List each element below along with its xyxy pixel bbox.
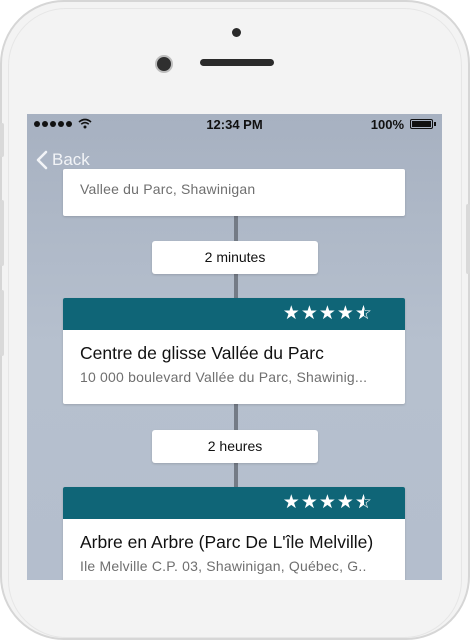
power-button bbox=[466, 204, 470, 274]
star-icon: ★ bbox=[300, 303, 319, 324]
star-icon: ★ bbox=[318, 303, 337, 324]
stop-address: Ile Melville C.P. 03, Shawinigan, Québec… bbox=[80, 558, 367, 574]
star-icon: ★ bbox=[336, 492, 355, 513]
stop-card-header: ★★★★☆★ bbox=[63, 487, 405, 519]
previous-stop-card[interactable]: Vallee du Parc, Shawinigan bbox=[63, 169, 405, 216]
front-camera bbox=[155, 55, 173, 73]
battery-percentage: 100% bbox=[370, 117, 404, 132]
battery-icon bbox=[410, 119, 433, 129]
star-icon: ★ bbox=[318, 492, 337, 513]
proximity-sensor bbox=[232, 28, 241, 37]
rating-stars: ★★★★☆★ bbox=[283, 304, 373, 323]
volume-up-button bbox=[0, 200, 4, 266]
star-icon: ★ bbox=[336, 303, 355, 324]
rating-stars: ★★★★☆★ bbox=[283, 493, 373, 512]
earpiece-speaker bbox=[200, 59, 274, 66]
travel-duration-pill: 2 heures bbox=[152, 430, 318, 463]
previous-stop-address: Vallee du Parc, Shawinigan bbox=[80, 181, 256, 197]
chevron-left-icon bbox=[36, 150, 48, 170]
travel-duration-pill: 2 minutes bbox=[152, 241, 318, 274]
phone-screen: 12:34 PM 100% Back Vallee du Parc, Shawi… bbox=[27, 114, 442, 580]
star-icon: ★ bbox=[300, 492, 319, 513]
mute-switch bbox=[0, 123, 4, 157]
stop-card-header: ★★★★☆★ bbox=[63, 298, 405, 330]
stop-name: Arbre en Arbre (Parc De L'île Melville) bbox=[80, 532, 374, 552]
stop-card[interactable]: ★★★★☆★ Centre de glisse Vallée du Parc 1… bbox=[63, 298, 405, 404]
back-label: Back bbox=[52, 150, 90, 169]
stop-card[interactable]: ★★★★☆★ Arbre en Arbre (Parc De L'île Mel… bbox=[63, 487, 405, 580]
battery-nub bbox=[434, 122, 436, 126]
stop-address: 10 000 boulevard Vallée du Parc, Shawini… bbox=[80, 369, 368, 385]
stop-name: Centre de glisse Vallée du Parc bbox=[80, 343, 324, 363]
star-icon: ★ bbox=[282, 492, 301, 513]
half-star-icon: ☆★ bbox=[354, 303, 373, 324]
volume-down-button bbox=[0, 290, 4, 356]
star-icon: ★ bbox=[282, 303, 301, 324]
status-bar: 12:34 PM 100% bbox=[27, 114, 442, 136]
half-star-icon: ☆★ bbox=[354, 492, 373, 513]
